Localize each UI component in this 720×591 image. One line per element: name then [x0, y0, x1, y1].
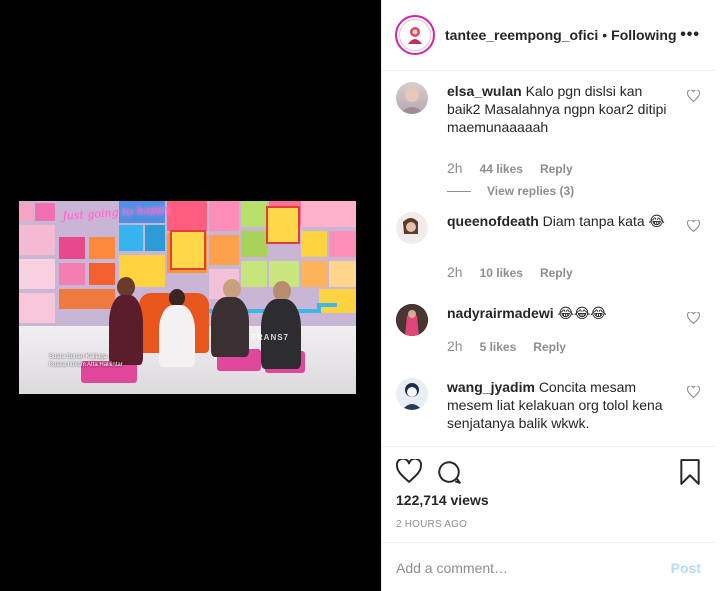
- profile-avatar[interactable]: [395, 15, 435, 55]
- person-head: [223, 279, 241, 299]
- post-timestamp[interactable]: 2 HOURS AGO: [396, 519, 467, 530]
- replies-divider: [447, 190, 471, 192]
- comment-likes[interactable]: 5 likes: [480, 340, 517, 354]
- view-count[interactable]: 122,714 views: [396, 492, 489, 508]
- comment-icon[interactable]: [436, 459, 462, 485]
- comment-time: 2h: [447, 338, 463, 354]
- comment-text: 😂😂😂: [557, 305, 607, 321]
- reply-button[interactable]: Reply: [540, 266, 573, 280]
- like-comment-icon[interactable]: [687, 220, 700, 232]
- view-replies-button[interactable]: View replies (3): [447, 184, 574, 198]
- comment-text-block: queenofdeath Diam tanpa kata 😂: [447, 212, 677, 230]
- comment-item: queenofdeath Diam tanpa kata 😂 2h 10 lik…: [396, 212, 701, 284]
- comment-text: Diam tanpa kata 😂: [542, 213, 665, 229]
- commenter-avatar[interactable]: [396, 378, 428, 410]
- commenter-avatar[interactable]: [396, 212, 428, 244]
- comment-time: 2h: [447, 264, 463, 280]
- commenter-avatar[interactable]: [396, 82, 428, 114]
- comment-item: wang_jyadim Concita mesam mesem liat kel…: [396, 378, 701, 446]
- add-comment-bar: Post: [382, 542, 717, 591]
- like-comment-icon[interactable]: [687, 312, 700, 324]
- separator-dot: •: [602, 27, 608, 43]
- video-caption: Suara Sunan Kalijaga Kuasa hukum Atta Ha…: [49, 353, 123, 369]
- bookmark-icon[interactable]: [679, 459, 701, 485]
- reply-button[interactable]: Reply: [540, 162, 573, 176]
- user-photo-icon: [400, 88, 424, 114]
- avatar-image: [399, 19, 431, 51]
- post-header: tantee_reempong_ofici • Following •••: [382, 0, 716, 71]
- post-username[interactable]: tantee_reempong_ofici: [445, 27, 598, 43]
- media-area: Just going to happy TRANS7 Suara Sunan K…: [0, 0, 381, 591]
- avatar-logo-icon: [408, 27, 422, 44]
- comment-username[interactable]: nadyrairmadewi: [447, 305, 554, 321]
- user-photo-icon: [396, 304, 428, 336]
- commenter-avatar[interactable]: [396, 304, 428, 336]
- post-actions: 122,714 views 2 HOURS AGO Post: [382, 446, 717, 591]
- comment-text-block: elsa_wulan Kalo pgn dislsi kan baik2 Mas…: [447, 82, 677, 136]
- reply-button[interactable]: Reply: [533, 340, 566, 354]
- like-comment-icon[interactable]: [687, 386, 700, 398]
- caption-line: Suara Sunan Kalijaga: [49, 354, 108, 360]
- following-button[interactable]: Following: [611, 27, 676, 43]
- comments-list[interactable]: elsa_wulan Kalo pgn dislsi kan baik2 Mas…: [382, 72, 717, 446]
- comment-text-block: nadyrairmadewi 😂😂😂: [447, 304, 677, 322]
- comment-username[interactable]: elsa_wulan: [447, 83, 522, 99]
- post-panel: tantee_reempong_ofici • Following ••• el…: [381, 0, 717, 591]
- comment-input[interactable]: [396, 559, 646, 576]
- comment-meta: 2h 5 likes Reply: [447, 338, 566, 354]
- like-comment-icon[interactable]: [687, 90, 700, 102]
- comment-likes[interactable]: 10 likes: [480, 266, 523, 280]
- action-icons: [396, 459, 702, 487]
- comment-text-block: wang_jyadim Concita mesam mesem liat kel…: [447, 378, 677, 432]
- person: [159, 305, 195, 367]
- user-photo-icon: [402, 383, 422, 410]
- neon-sign: Just going to happy: [61, 202, 171, 223]
- comment-item: nadyrairmadewi 😂😂😂 2h 5 likes Reply: [396, 304, 701, 362]
- post-comment-button[interactable]: Post: [671, 560, 701, 576]
- comment-likes[interactable]: 44 likes: [480, 162, 523, 176]
- view-replies-label: View replies (3): [487, 184, 575, 198]
- video-player[interactable]: Just going to happy TRANS7 Suara Sunan K…: [19, 201, 356, 394]
- person-head: [117, 277, 135, 297]
- comment-username[interactable]: queenofdeath: [447, 213, 539, 229]
- comment-meta: 2h 10 likes Reply: [447, 264, 573, 280]
- like-icon[interactable]: [396, 459, 422, 483]
- person-head: [273, 281, 291, 301]
- more-options-icon[interactable]: •••: [680, 26, 700, 44]
- user-photo-icon: [403, 218, 418, 234]
- comment-username[interactable]: wang_jyadim: [447, 379, 535, 395]
- comment-item: elsa_wulan Kalo pgn dislsi kan baik2 Mas…: [396, 82, 701, 200]
- comment-time: 2h: [447, 160, 463, 176]
- caption-line: Kuasa hukum Atta Halilintar: [49, 362, 123, 368]
- channel-watermark: TRANS7: [251, 333, 290, 342]
- comment-meta: 2h 44 likes Reply: [447, 160, 573, 176]
- person: [211, 297, 249, 357]
